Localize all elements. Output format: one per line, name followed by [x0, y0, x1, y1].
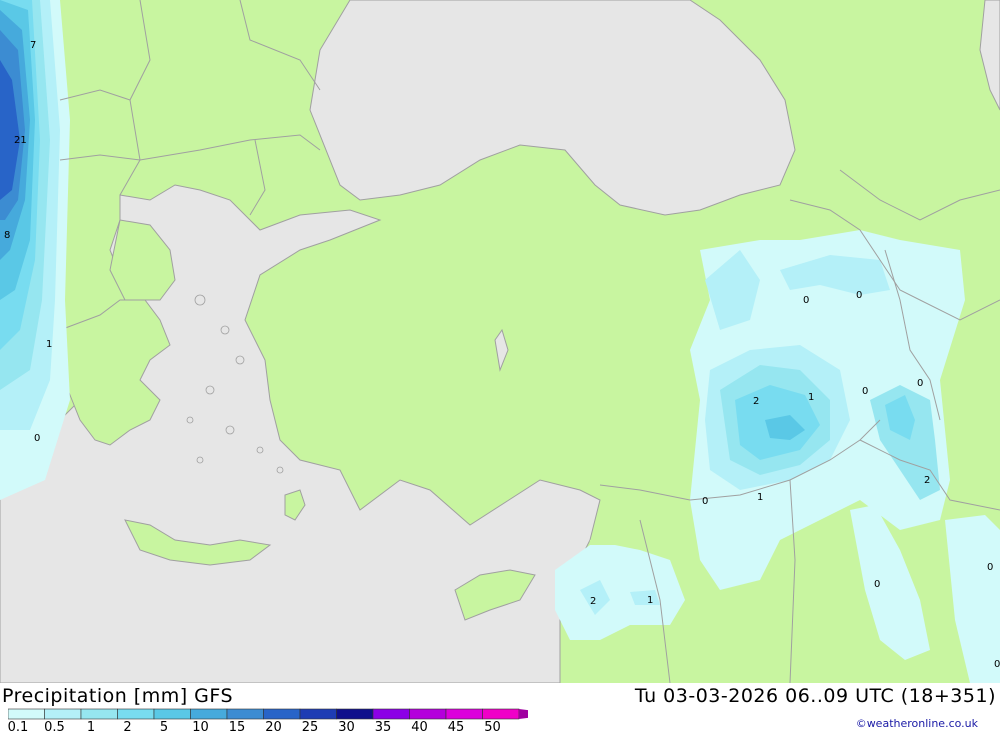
label-0-south: 0	[874, 579, 880, 590]
label-0-ne2: 0	[856, 290, 862, 301]
legend-swatch	[263, 708, 301, 720]
label-0-west: 0	[34, 433, 40, 444]
map-title: Precipitation [mm] GFS	[2, 685, 234, 707]
legend-swatch	[226, 708, 264, 720]
precipitation-map: 7 21 8 1 0 0 0 2 1 0 0 2 0 1 2 1 0 0 0	[0, 0, 1000, 684]
legend-swatch	[117, 708, 155, 720]
label-1-levant: 1	[647, 595, 653, 606]
label-0-edge1: 0	[987, 562, 993, 573]
legend-swatch	[44, 708, 82, 720]
legend-swatch	[372, 708, 410, 720]
legend-swatch	[80, 708, 118, 720]
color-legend	[8, 708, 528, 720]
label-7: 7	[30, 40, 36, 51]
credit-link[interactable]: ©weatheronline.co.uk	[856, 717, 978, 730]
label-8: 8	[4, 230, 10, 241]
footer-bar: Precipitation [mm] GFS Tu 03-03-2026 06.…	[0, 683, 1000, 735]
legend-swatch	[409, 708, 447, 720]
label-1-east: 1	[808, 392, 814, 403]
label-2-levant: 2	[590, 596, 596, 607]
label-2-east: 2	[753, 396, 759, 407]
label-2-se: 2	[924, 475, 930, 486]
label-21: 21	[14, 135, 27, 146]
legend-swatch	[336, 708, 374, 720]
legend-swatch	[153, 708, 191, 720]
label-1-se: 1	[757, 492, 763, 503]
label-0-se: 0	[702, 496, 708, 507]
legend-swatch	[445, 708, 483, 720]
label-0-ne1: 0	[803, 295, 809, 306]
legend-arrow	[519, 709, 528, 719]
label-0-east2: 0	[917, 378, 923, 389]
legend-swatch	[190, 708, 228, 720]
legend-swatch	[482, 708, 520, 720]
legend-swatch	[8, 708, 45, 720]
label-0-east1: 0	[862, 386, 868, 397]
label-0-edge2: 0	[994, 659, 1000, 670]
valid-time: Tu 03-03-2026 06..09 UTC (18+351)	[634, 685, 996, 707]
legend-swatch	[299, 708, 337, 720]
label-1-west: 1	[46, 339, 52, 350]
